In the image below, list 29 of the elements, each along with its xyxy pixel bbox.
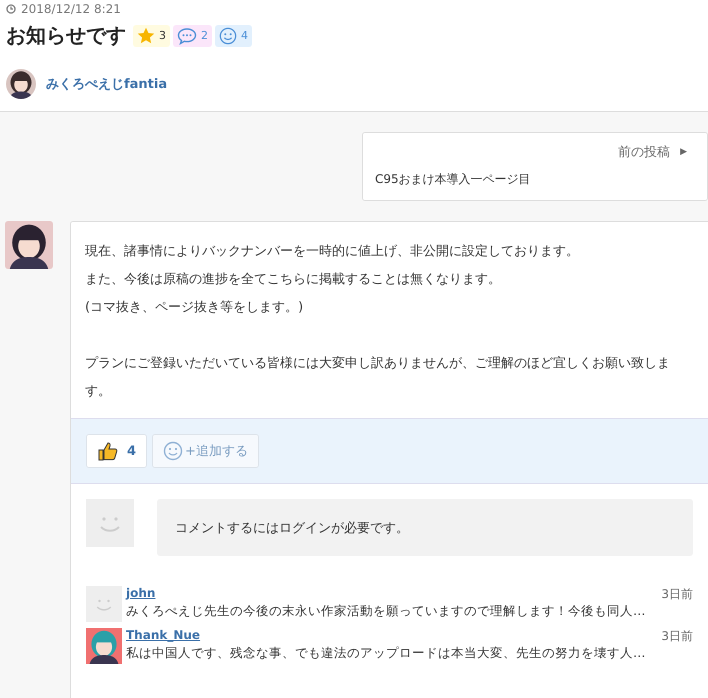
comment-user-link[interactable]: Thank_Nue [126,628,200,645]
clock-icon [6,4,16,14]
like-button[interactable]: 4 [86,434,148,468]
comment-count-badge: 2 [173,24,212,46]
post-text: (コマ抜き、ページ抜き等をします。) [85,299,304,317]
default-avatar-icon [86,499,134,547]
comment-user-link[interactable]: john [126,586,156,603]
add-reaction-button[interactable]: +追加する [152,434,259,468]
post-text: 現在、諸事情によりバックナンバーを一時的に値上げ、非公開に設定しております。 [85,243,580,261]
post-title: お知らせです [6,22,126,49]
star-icon [137,26,155,44]
post-text: また、今後は原稿の進捗を全てこちらに掲載することは無くなります。 [85,271,502,289]
post-text: プランにご登録いただいている皆様には大変申し訳ありませんが、ご理解のほど宜しくお願い致します。 [85,355,671,401]
smile-count-badge: 4 [215,24,252,46]
comment-time: 3日前 [661,628,693,645]
comment-text: みくろぺえじ先生の今後の末永い作家活動を願っていますので理解します！今後も同人… [126,603,646,620]
post-date: 2018/12/12 8:21 [21,2,121,16]
star-count-badge: 3 [133,24,170,46]
author-link[interactable]: みくろぺえじfantia [46,75,168,93]
comment-time: 3日前 [661,586,693,603]
smiley-icon [219,26,237,44]
previous-post-link[interactable]: 前の投稿 ▶ [618,143,695,161]
comment-text: 私は中国人です、残念な事、でも違法のアップロードは本当大変、先生の努力を壊す人… [126,645,646,662]
smiley-icon [163,441,184,461]
login-notice: コメントするにはログインが必要です。 [157,499,693,556]
speech-bubble-icon [177,26,197,44]
previous-post-title: C95おまけ本導入一ページ目 [375,171,532,188]
thumbs-up-icon [97,441,119,461]
default-avatar-icon [86,586,122,622]
